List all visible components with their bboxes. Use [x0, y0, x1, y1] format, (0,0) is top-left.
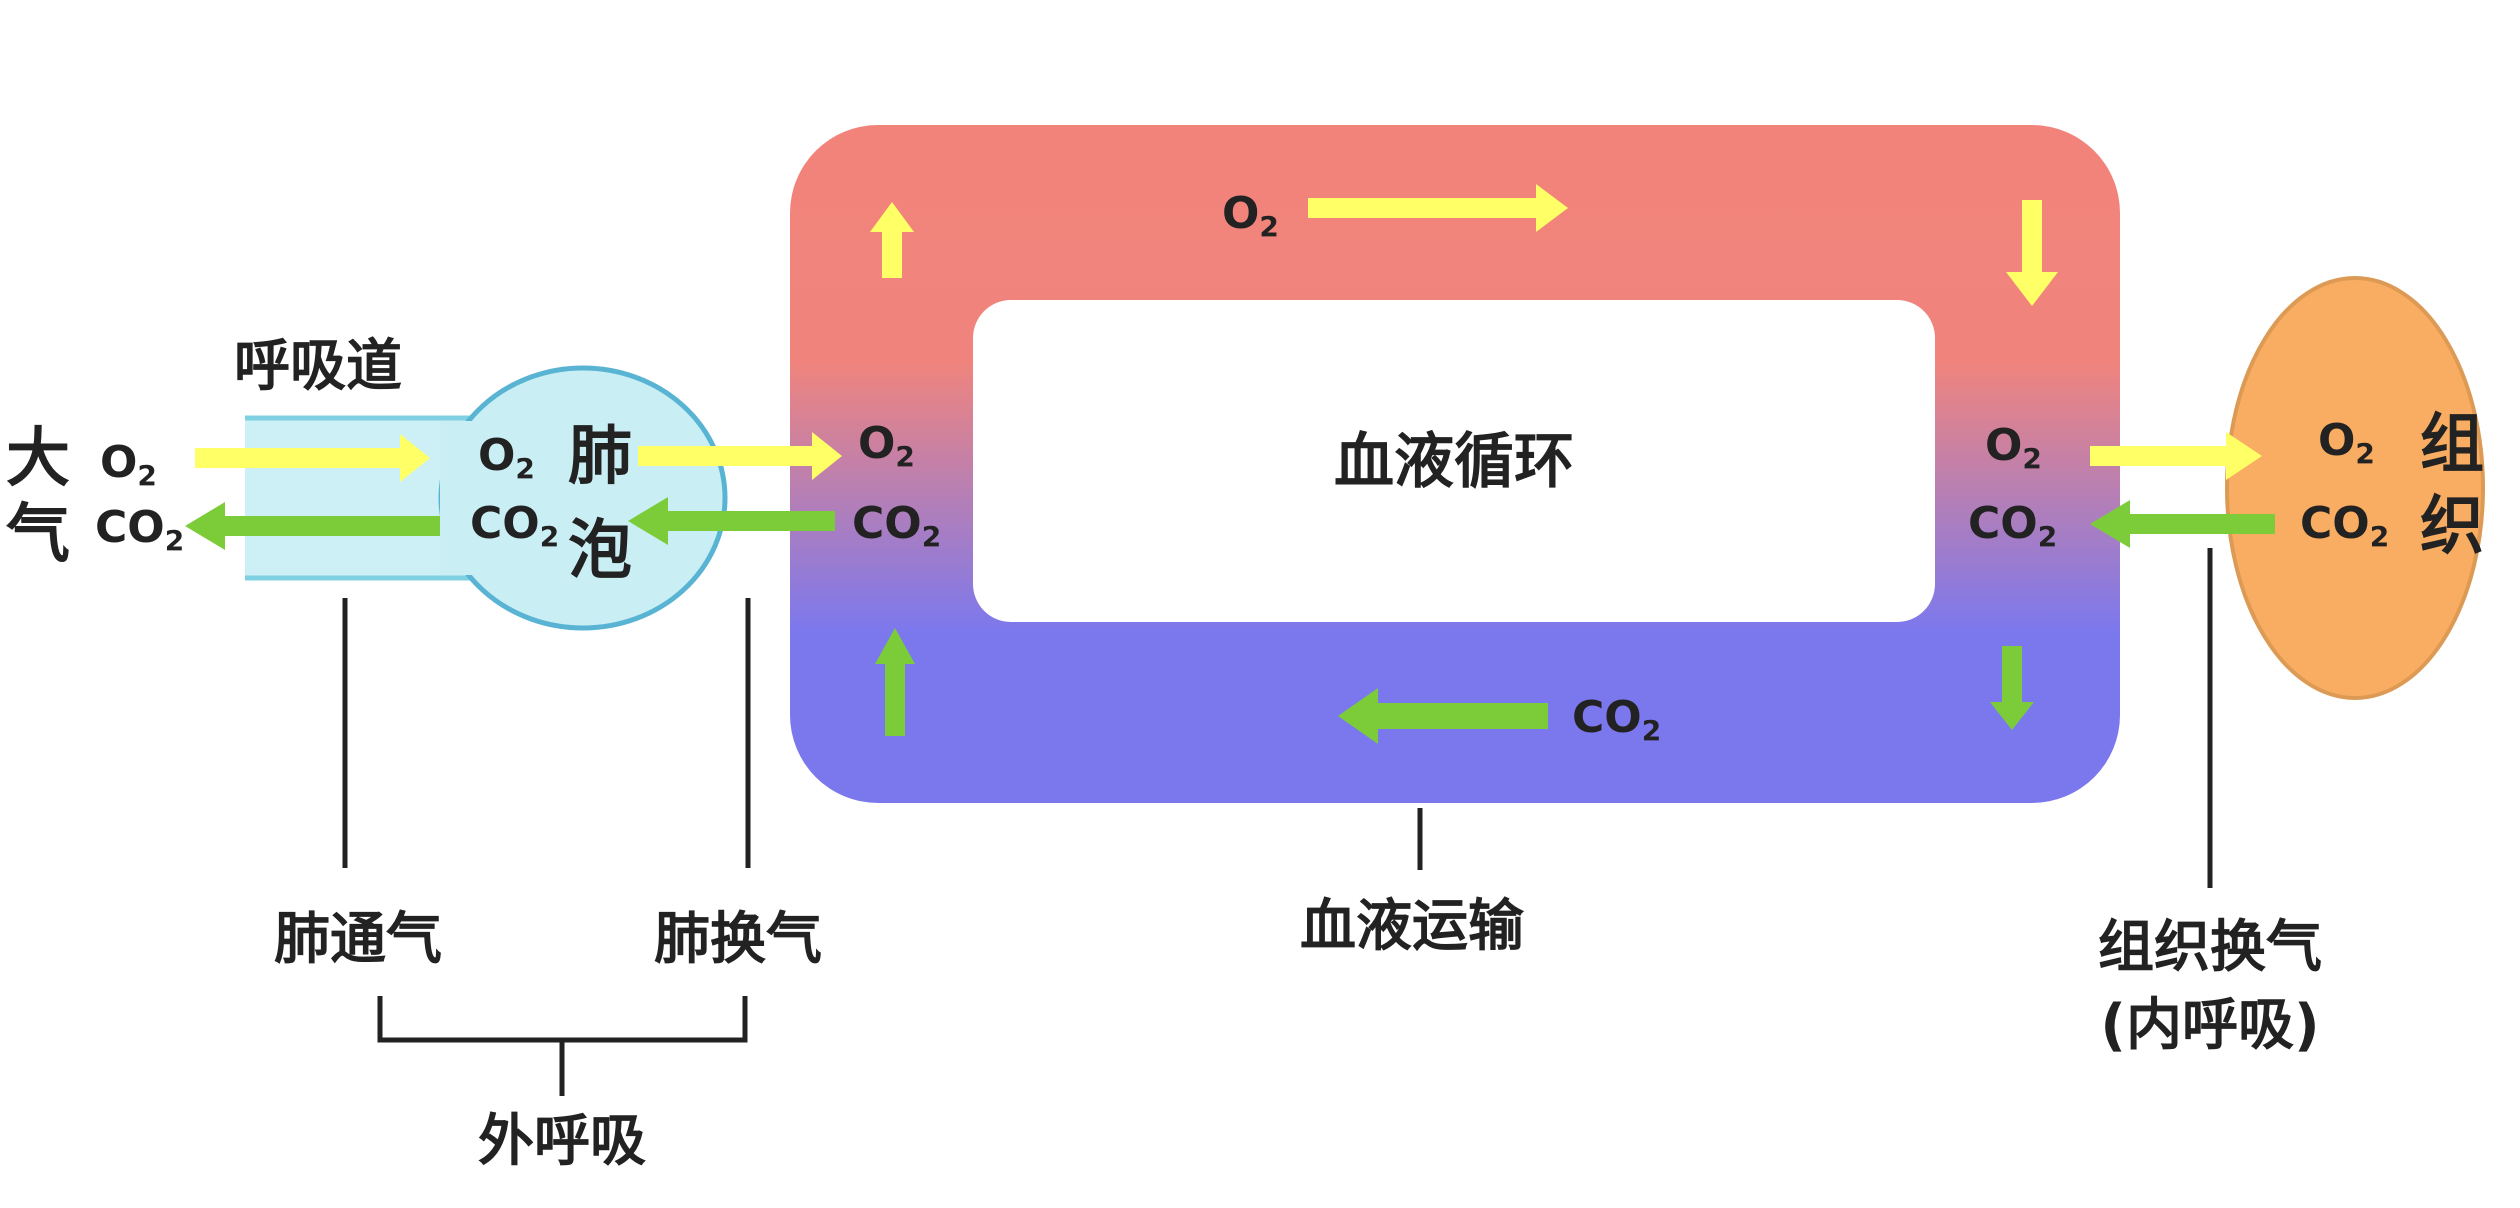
external-respiration-label: 外呼吸	[478, 1109, 646, 1174]
internal-respiration-label: (内呼吸)	[2100, 993, 2319, 1058]
atmosphere-label-2: 气	[6, 498, 70, 572]
co2-label-atmosphere: CO2	[95, 502, 184, 557]
external-respiration-bracket	[377, 996, 748, 1096]
tissue-exchange-label: 组织换气	[2098, 915, 2322, 980]
alveolus-label-1: 肺	[568, 420, 632, 494]
airway-alveolus: 呼吸道	[234, 334, 728, 631]
svg-text:CO2: CO2	[95, 502, 184, 557]
atmosphere-label-1: 大	[6, 422, 70, 496]
circulation-loop: 血液循环	[790, 125, 2120, 803]
tissue	[2225, 276, 2485, 700]
pulmonary-exchange-label: 肺换气	[654, 907, 822, 972]
svg-text:O2: O2	[100, 437, 157, 492]
respiration-diagram: 血液循环 呼吸道 大 气 肺 泡 组 织 O2 CO2 O2 CO2 O2 CO…	[6, 125, 2485, 1174]
o2-label-atmosphere: O2	[100, 437, 157, 492]
tissue-label-1: 组	[2420, 408, 2484, 482]
pulmonary-ventilation-label: 肺通气	[274, 907, 442, 972]
circulation-label: 血液循环	[1334, 427, 1574, 497]
tissue-label-2: 织	[2420, 490, 2484, 564]
airway-label: 呼吸道	[234, 334, 402, 399]
alveolus-label-2: 泡	[568, 514, 632, 588]
blood-transport-label: 血液运输	[1300, 894, 1525, 959]
